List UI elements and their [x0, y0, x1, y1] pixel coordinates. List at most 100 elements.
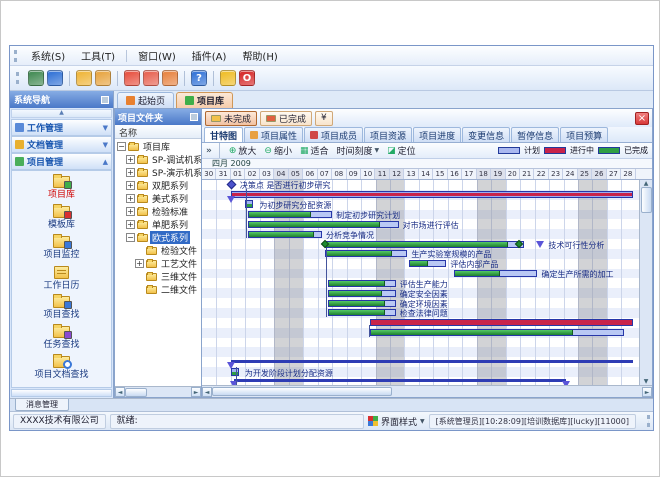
menubar-grip[interactable]: [14, 50, 19, 62]
scroll-right-arrow-icon[interactable]: ►: [191, 387, 201, 397]
vertical-scroll-thumb[interactable]: [641, 187, 652, 213]
task-bar: [328, 290, 396, 297]
tree-horizontal-scrollbar[interactable]: ◄ ►: [115, 386, 201, 397]
menu-item-0[interactable]: 系统(S): [23, 46, 73, 65]
menu-item-1[interactable]: 工具(T): [73, 46, 123, 65]
bottom-dock-tabs: 消息管理: [10, 398, 653, 411]
folder-window-icon[interactable]: [95, 70, 111, 86]
sidebar-group-1[interactable]: 文档管理▼: [11, 136, 112, 153]
gantt-tab-6[interactable]: 暂停信息: [511, 127, 559, 142]
tree-node-11[interactable]: 二维文件: [115, 283, 201, 296]
tree-toggle-icon[interactable]: −: [126, 233, 135, 242]
gantt-tab-2[interactable]: 项目成员: [304, 127, 363, 142]
tree-scroll-thumb[interactable]: [125, 388, 147, 397]
doc-tab-1[interactable]: 项目库: [176, 92, 233, 108]
gantt-tab-7[interactable]: 项目预算: [560, 127, 608, 142]
tree-node-4[interactable]: +美式系列: [115, 192, 201, 205]
tree-node-label: 二维文件: [159, 283, 199, 296]
schedule-edit-icon[interactable]: [162, 70, 178, 86]
gantt-chart[interactable]: 决策点 是否进行初步研究为初步研究分配资源制定初步研究计划对市场进行评估分析竞争…: [202, 180, 639, 385]
sidebar-item-4[interactable]: 项目查找: [12, 294, 111, 324]
tree-node-label: 检验文件: [159, 244, 199, 257]
summary-progress: [326, 242, 508, 247]
sidebar-collapse-button[interactable]: ▲: [11, 109, 112, 118]
stop-icon[interactable]: O: [239, 70, 255, 86]
tree-toggle-icon[interactable]: +: [126, 207, 135, 216]
globe-icon[interactable]: [47, 70, 63, 86]
gantt-vertical-scrollbar[interactable]: ▲ ▼: [639, 180, 652, 385]
tree-pin-icon[interactable]: [190, 113, 198, 121]
gantt-tab-1[interactable]: 项目属性: [244, 127, 303, 142]
tree-node-0[interactable]: −项目库: [115, 140, 201, 153]
sidebar-bottom-group[interactable]: [11, 389, 112, 397]
tree-toggle-icon[interactable]: +: [126, 181, 135, 190]
schedule-alert-icon[interactable]: [143, 70, 159, 86]
ui-style-button[interactable]: 界面样式 ▼: [368, 415, 425, 428]
sidebar-item-5[interactable]: 任务查找: [12, 324, 111, 354]
summary-end-marker: [562, 381, 570, 385]
tree-node-3[interactable]: +双肥系列: [115, 179, 201, 192]
resize-grip[interactable]: [640, 415, 650, 427]
timescale-button[interactable]: 时间刻度▼: [334, 144, 381, 157]
group-icon: [15, 123, 24, 132]
gantt-scroll-thumb[interactable]: [212, 387, 392, 396]
tree-node-7[interactable]: −欧式系列: [115, 231, 201, 244]
gantt-scroll-right-icon[interactable]: ►: [642, 387, 652, 397]
gantt-horizontal-scrollbar[interactable]: ◄ ►: [202, 385, 652, 397]
scroll-up-arrow-icon[interactable]: ▲: [644, 180, 649, 187]
pin-icon[interactable]: [101, 96, 109, 104]
sidebar-group-label: 项目管理: [27, 155, 100, 168]
scroll-left-arrow-icon[interactable]: ◄: [115, 387, 125, 397]
message-management-tab[interactable]: 消息管理: [15, 399, 69, 411]
zoom-out-button[interactable]: ⊖缩小: [262, 144, 294, 157]
gantt-tab-5[interactable]: 变更信息: [462, 127, 510, 142]
tree-toggle-icon[interactable]: +: [126, 220, 135, 229]
tree-node-8[interactable]: 检验文件: [115, 244, 201, 257]
tree-node-1[interactable]: +SP-调试机系列: [115, 153, 201, 166]
help-icon[interactable]: ?: [191, 70, 207, 86]
folder-icon: [137, 156, 148, 164]
tree-node-9[interactable]: +工艺文件: [115, 257, 201, 270]
menu-item-3[interactable]: 插件(A): [184, 46, 235, 65]
scroll-down-arrow-icon[interactable]: ▼: [644, 378, 649, 385]
sidebar-item-2[interactable]: 项目监控: [12, 234, 111, 264]
sidebar-group-2[interactable]: 项目管理▲: [11, 153, 112, 170]
tree-toggle-icon[interactable]: +: [126, 155, 135, 164]
gantt-tab-0[interactable]: 甘特图: [204, 127, 243, 142]
gantt-tab-4[interactable]: 项目进度: [413, 127, 461, 142]
gantt-tab-3[interactable]: 项目资源: [364, 127, 412, 142]
menu-item-4[interactable]: 帮助(H): [234, 46, 285, 65]
sidebar-item-3[interactable]: 工作日历: [12, 264, 111, 294]
tree-node-5[interactable]: +检验标准: [115, 205, 201, 218]
close-panel-button[interactable]: ×: [635, 112, 649, 125]
gantt-scroll-left-icon[interactable]: ◄: [202, 387, 212, 397]
tree-node-2[interactable]: +SP-演示机系列: [115, 166, 201, 179]
sidebar-item-1[interactable]: 模板库: [12, 204, 111, 234]
main-area: 起始页项目库 项目文件夹 名称 −项目库+SP-调试机系列+SP-演示机系列+双…: [114, 91, 653, 398]
lock-icon[interactable]: [220, 70, 236, 86]
tree-toggle-icon[interactable]: +: [126, 194, 135, 203]
toolbar-grip[interactable]: [16, 72, 21, 84]
tree-node-10[interactable]: 三维文件: [115, 270, 201, 283]
tree-toggle-icon[interactable]: −: [117, 142, 126, 151]
open-folder-icon[interactable]: [76, 70, 92, 86]
sidebar-item-6[interactable]: 项目文档查找: [12, 354, 111, 384]
locate-button[interactable]: ◪定位: [385, 144, 418, 157]
filter-button-0[interactable]: 未完成: [205, 111, 257, 126]
schedule-icon[interactable]: [124, 70, 140, 86]
tab-icon: [250, 131, 258, 139]
sidebar-group-0[interactable]: 工作管理▼: [11, 119, 112, 136]
fit-button[interactable]: ▦适合: [298, 144, 331, 157]
toolbar-overflow-chevron[interactable]: »: [206, 146, 212, 156]
doc-tab-0[interactable]: 起始页: [117, 92, 174, 108]
tree-toggle-icon[interactable]: +: [126, 168, 135, 177]
tree-node-6[interactable]: +单肥系列: [115, 218, 201, 231]
tree-toggle-icon[interactable]: +: [135, 259, 144, 268]
sidebar-item-0[interactable]: 项目库: [12, 174, 111, 204]
milestone-diamond: [226, 180, 236, 189]
monitor-icon[interactable]: [28, 70, 44, 86]
zoom-in-button[interactable]: ⊕放大: [227, 144, 259, 157]
filter-button-1[interactable]: 已完成: [260, 111, 312, 126]
filter-button-2[interactable]: ¥: [315, 111, 333, 126]
menu-item-2[interactable]: 窗口(W): [130, 46, 184, 65]
